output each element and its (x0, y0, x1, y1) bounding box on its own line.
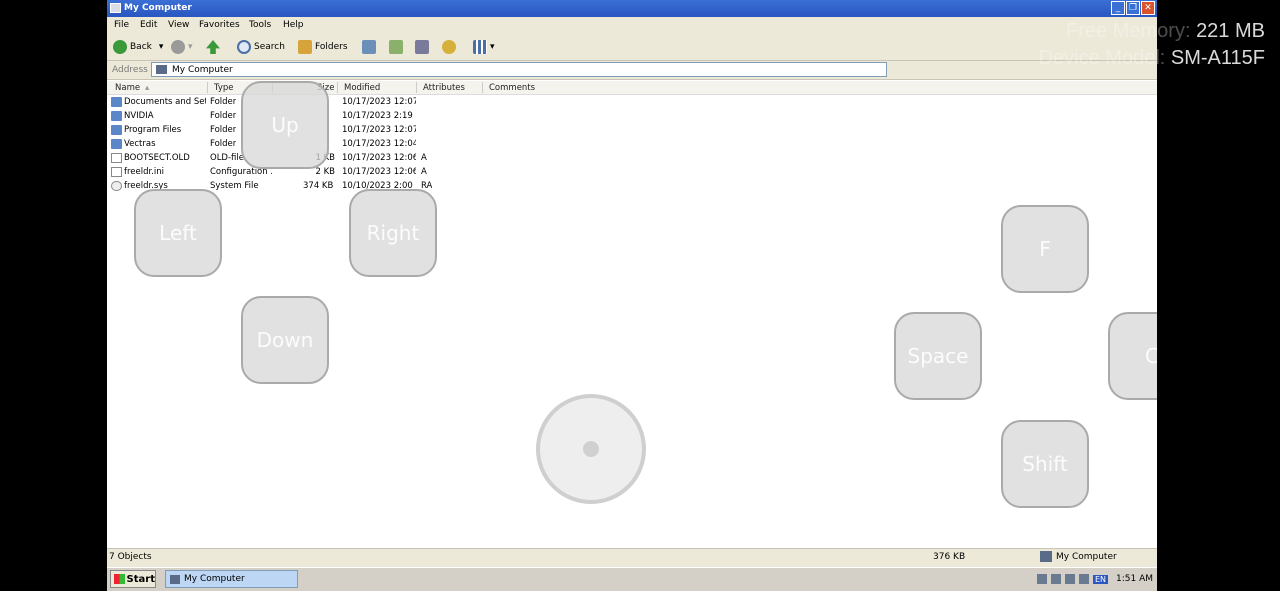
taskbar-item-my-computer[interactable]: My Computer (165, 570, 298, 588)
c-key-button[interactable]: C (1108, 312, 1157, 400)
language-indicator[interactable]: EN (1092, 574, 1108, 584)
total-size: 376 KB (933, 552, 966, 562)
toolbar: Back ▾ ▾ Search Folders ▾ (107, 34, 1157, 61)
space-key-button[interactable]: Space (894, 312, 982, 400)
address-bar: Address My Computer (107, 61, 1157, 80)
menu-bar: File Edit View Favorites Tools Help (107, 17, 1157, 35)
up-arrow-icon (206, 40, 220, 54)
shift-key-button[interactable]: Shift (1001, 420, 1089, 508)
forward-arrow-icon (171, 40, 185, 54)
window-title: My Computer (124, 3, 192, 13)
f-key-button[interactable]: F (1001, 205, 1089, 293)
delete-button[interactable] (415, 39, 429, 55)
column-type[interactable]: Type (214, 83, 234, 93)
object-count: 7 Objects (109, 552, 152, 562)
views-icon (473, 40, 487, 54)
back-button[interactable]: Back ▾ (113, 39, 163, 55)
computer-icon (170, 574, 180, 584)
column-name[interactable]: Name (115, 83, 140, 93)
menu-help[interactable]: Help (283, 20, 304, 30)
menu-view[interactable]: View (168, 20, 189, 30)
system-tray: EN 1:51 AM (1036, 570, 1153, 588)
views-button[interactable]: ▾ (473, 39, 495, 55)
volume-icon[interactable] (1036, 574, 1047, 584)
folder-icon (111, 139, 122, 149)
move-to-icon (362, 40, 376, 54)
back-label: Back (130, 42, 152, 52)
up-folder-button[interactable] (206, 39, 220, 55)
forward-button[interactable]: ▾ (171, 39, 193, 55)
folders-button[interactable]: Folders (298, 39, 348, 55)
copy-to-button[interactable] (389, 39, 403, 55)
windows-logo-icon (114, 574, 125, 584)
undo-icon (442, 40, 456, 54)
menu-edit[interactable]: Edit (140, 20, 157, 30)
taskbar: Start My Computer EN 1:51 AM (107, 567, 1157, 591)
folders-label: Folders (315, 42, 348, 52)
chevron-down-icon: ▾ (188, 42, 193, 52)
title-bar[interactable]: My Computer _ ❐ ✕ (107, 0, 1157, 17)
back-arrow-icon (113, 40, 127, 54)
copy-to-icon (389, 40, 403, 54)
virtual-joystick[interactable] (536, 394, 646, 504)
device-value: SM-A115F (1170, 47, 1265, 69)
search-label: Search (254, 42, 285, 52)
menu-tools[interactable]: Tools (249, 20, 271, 30)
search-icon (237, 40, 251, 54)
computer-icon (1040, 551, 1052, 562)
column-attributes[interactable]: Attributes (423, 83, 465, 93)
start-label: Start (126, 573, 155, 585)
joystick-knob[interactable] (583, 441, 599, 457)
table-row[interactable]: freeldr.ini Configuration ... 2 KB 10/17… (107, 165, 547, 179)
network-icon[interactable] (1050, 574, 1061, 584)
right-key-button[interactable]: Right (349, 189, 437, 277)
address-label: Address (112, 65, 148, 75)
memory-value: 221 MB (1196, 20, 1265, 42)
status-bar: 7 Objects 376 KB My Computer (107, 548, 1157, 567)
explorer-window: My Computer _ ❐ ✕ File Edit View Favorit… (107, 0, 1157, 591)
menu-file[interactable]: File (114, 20, 129, 30)
safely-remove-icon[interactable] (1064, 574, 1075, 584)
memory-label: Free Memory: (1066, 20, 1191, 42)
close-button[interactable]: ✕ (1141, 1, 1155, 15)
menu-favorites[interactable]: Favorites (199, 20, 240, 30)
clock: 1:51 AM (1116, 574, 1153, 584)
folder-icon (111, 125, 122, 135)
search-button[interactable]: Search (237, 39, 285, 55)
column-comments[interactable]: Comments (489, 83, 535, 93)
sort-ascending-icon: ▴ (145, 83, 150, 93)
folder-icon (111, 97, 122, 107)
folders-icon (298, 40, 312, 54)
left-key-button[interactable]: Left (134, 189, 222, 277)
up-key-button[interactable]: Up (241, 81, 329, 169)
delete-icon (415, 40, 429, 54)
address-value: My Computer (172, 65, 233, 75)
computer-icon (156, 65, 167, 74)
chevron-down-icon: ▾ (490, 42, 495, 52)
file-icon (111, 153, 122, 163)
address-field[interactable]: My Computer (151, 62, 887, 77)
system-file-icon (111, 181, 122, 191)
status-location: My Computer (1056, 552, 1117, 562)
move-to-button[interactable] (362, 39, 376, 55)
computer-icon (110, 3, 121, 13)
restore-button[interactable]: ❐ (1126, 1, 1140, 15)
display-icon[interactable] (1078, 574, 1089, 584)
task-label: My Computer (184, 574, 245, 584)
minimize-button[interactable]: _ (1111, 1, 1125, 15)
start-button[interactable]: Start (110, 570, 156, 588)
down-key-button[interactable]: Down (241, 296, 329, 384)
folder-icon (111, 111, 122, 121)
chevron-down-icon: ▾ (158, 42, 164, 52)
config-file-icon (111, 167, 122, 177)
device-overlay: Free Memory: 221 MB Device Model: SM-A11… (1039, 20, 1265, 70)
device-label: Device Model: (1038, 47, 1166, 69)
undo-button[interactable] (442, 39, 456, 55)
column-modified[interactable]: Modified (344, 83, 380, 93)
